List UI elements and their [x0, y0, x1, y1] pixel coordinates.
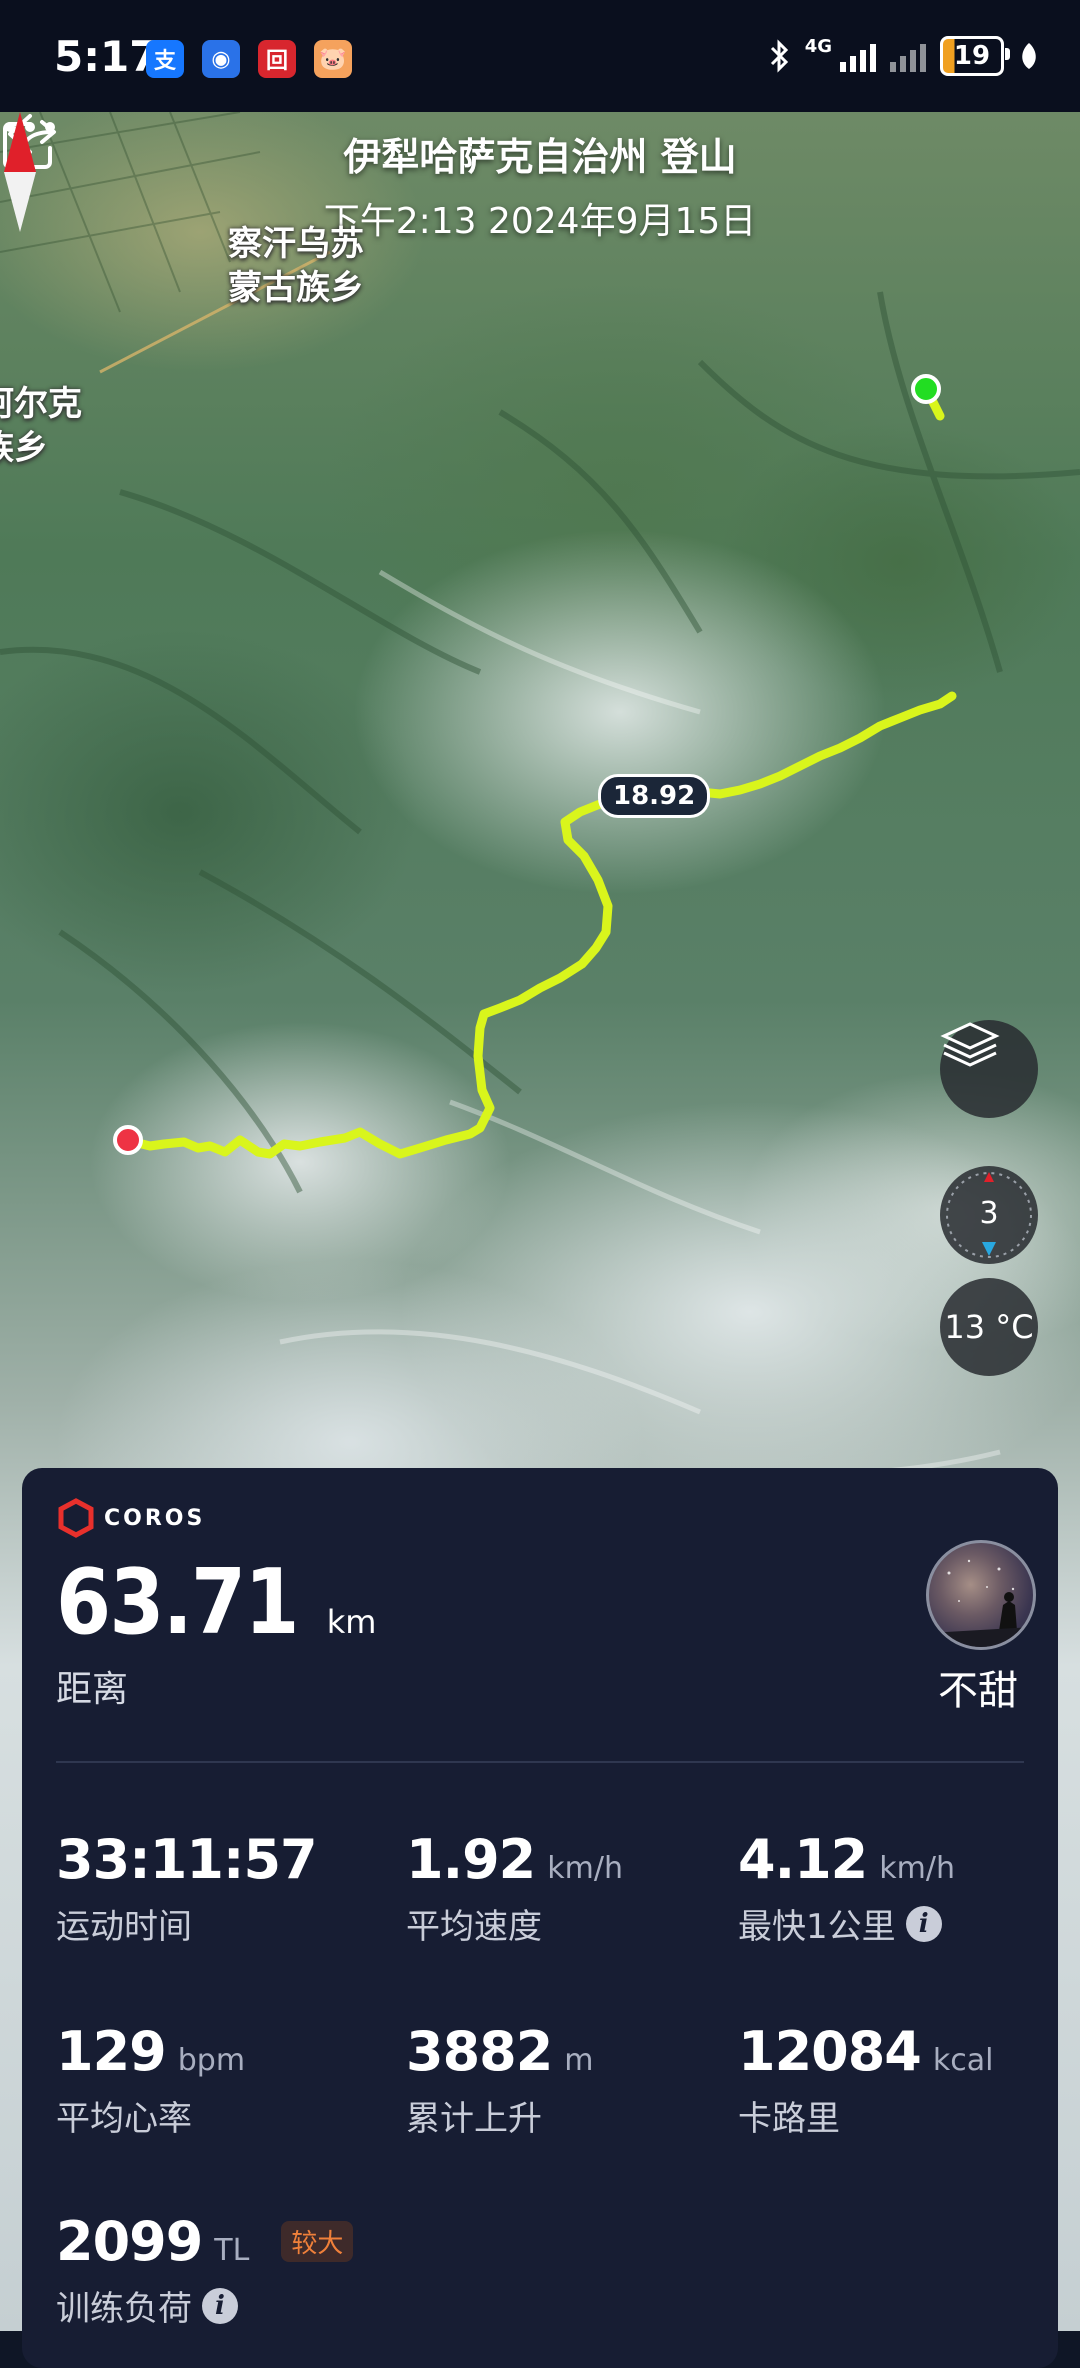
avatar-image [929, 1559, 1033, 1647]
info-icon[interactable]: i [202, 2287, 238, 2324]
activity-stats-card: COROS 63.71 km 距离 不甜 33:11:57 运动时间 1.92 k… [22, 1468, 1058, 2368]
info-icon[interactable]: i [905, 1905, 942, 1942]
stat-unit: m [564, 2043, 594, 2078]
signal-strength-2-icon [890, 40, 926, 72]
training-load-badge: 较大 [281, 2221, 354, 2262]
bank-icon: 回 [258, 40, 296, 78]
stat-duration: 33:11:57 运动时间 [56, 1828, 318, 1948]
stat-value: 129 [56, 2020, 167, 2083]
stat-avg-heart-rate: 129 bpm 平均心率 [56, 2020, 245, 2140]
distance-display: 63.71 km [56, 1550, 376, 1655]
stat-label: 平均速度 [406, 1907, 542, 1947]
stat-value: 33:11:57 [56, 1828, 318, 1891]
card-divider [56, 1761, 1024, 1763]
bluetooth-icon [770, 39, 788, 73]
compass-button[interactable]: 3 [940, 1166, 1038, 1264]
stat-label: 运动时间 [56, 1907, 192, 1947]
stat-label: 平均心率 [56, 2099, 192, 2139]
battery-icon: 19 [940, 36, 1010, 76]
stat-unit: TL [214, 2233, 250, 2268]
alipay-icon: 支 [146, 40, 184, 78]
network-type-label: 4G [804, 36, 832, 57]
route-start-dot [911, 374, 941, 404]
route-track [113, 387, 957, 1159]
map-layers-button[interactable] [940, 1020, 1038, 1118]
distance-unit: km [326, 1603, 377, 1641]
notification-icons: 支 ◉ 回 🐷 [146, 40, 352, 78]
username: 不甜 [938, 1668, 1018, 1714]
stat-label: 训练负荷 [56, 2289, 192, 2329]
status-bar: 5:17 支 ◉ 回 🐷 4G 19 [0, 0, 1080, 112]
stat-value: 12084 [738, 2020, 922, 2083]
stat-elevation-gain: 3882 m 累计上升 [406, 2020, 594, 2140]
stat-fastest-km: 4.12 km/h 最快1公里 i [738, 1828, 955, 1948]
coros-logo: COROS [56, 1498, 205, 1538]
leaf-icon [1022, 43, 1036, 69]
activity-datetime: 下午2:13 2024年9月15日 [323, 201, 757, 242]
compass-level: 3 [979, 1196, 999, 1231]
stat-unit: km/h [879, 1851, 955, 1886]
app-shield-icon: ◉ [202, 40, 240, 78]
stat-label: 累计上升 [406, 2099, 542, 2139]
layers-icon [940, 1022, 1000, 1067]
stat-avg-speed: 1.92 km/h 平均速度 [406, 1828, 623, 1948]
activity-title: 伊犁哈萨克自治州 登山 [343, 135, 737, 179]
stat-label: 卡路里 [738, 2099, 840, 2139]
stat-unit: bpm [177, 2043, 246, 2078]
stat-label: 最快1公里 [738, 1907, 896, 1947]
pig-app-icon: 🐷 [314, 40, 352, 78]
brand-name: COROS [104, 1505, 206, 1531]
stat-unit: kcal [932, 2043, 994, 2078]
status-indicators: 4G 19 [769, 36, 1040, 76]
user-avatar[interactable] [926, 1540, 1036, 1650]
temperature-button[interactable]: 13 °C [940, 1278, 1038, 1376]
route-end-dot [113, 1125, 143, 1155]
place-label-aerke: 阿尔克族乡 [0, 384, 82, 468]
stat-value: 2099 [56, 2210, 203, 2273]
distance-label: 距离 [56, 1669, 129, 1710]
stat-training-load: 2099 TL 较大 训练负荷 i [56, 2210, 354, 2330]
place-label-chahanwusu: 察汗乌苏 蒙古族乡 [228, 224, 364, 308]
coros-logo-icon [58, 1498, 94, 1538]
distance-marker: 18.92 [598, 774, 711, 818]
stat-value: 3882 [406, 2020, 553, 2083]
distance-value: 63.71 [56, 1550, 299, 1655]
stat-unit: km/h [547, 1851, 623, 1886]
signal-strength-icon [840, 40, 876, 72]
temperature-value: 13 °C [944, 1308, 1034, 1346]
map-header: 伊犁哈萨克自治州 登山 下午2:13 2024年9月15日 [0, 112, 1080, 282]
stat-value: 4.12 [738, 1828, 868, 1891]
stat-value: 1.92 [406, 1828, 536, 1891]
stat-calories: 12084 kcal 卡路里 [738, 2020, 993, 2140]
status-time: 5:17 [54, 32, 159, 81]
north-arrow-icon [4, 112, 36, 232]
